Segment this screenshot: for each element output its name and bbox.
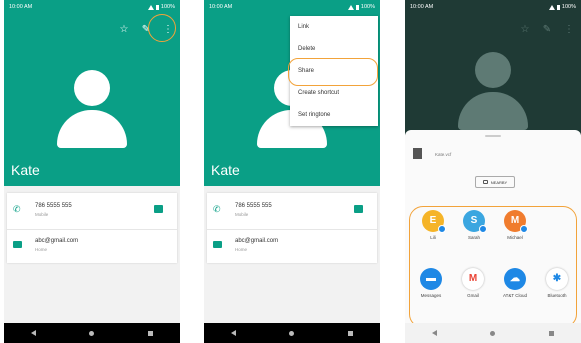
nearby-label: NEARBY — [490, 179, 508, 185]
recents-icon[interactable] — [148, 330, 154, 336]
star-icon[interactable]: ☆ — [118, 24, 130, 35]
star-icon: ☆ — [520, 24, 530, 35]
back-icon[interactable] — [230, 330, 236, 336]
message-icon[interactable] — [154, 205, 163, 213]
menu-item-delete[interactable]: Delete — [290, 38, 378, 60]
phone-row[interactable]: ✆ 786 5555 555 Mobile — [7, 195, 177, 229]
home-icon[interactable] — [289, 330, 295, 336]
email-address: abc@gmail.com — [35, 238, 79, 244]
phone-screen-contact: 10:00 AM 100% ☆ ✎ ⋮ Kate ✆ 786 5555 555 … — [4, 0, 180, 343]
email-row[interactable]: abc@gmail.com Home — [7, 229, 177, 263]
share-file-name: Kate.vcf — [435, 152, 452, 157]
navigation-bar — [204, 323, 380, 343]
menu-item-link[interactable]: Link — [290, 16, 378, 38]
contact-details-card: ✆ 786 5555 555 Mobile abc@gmail.com Home — [7, 193, 177, 263]
contact-details-card: ✆ 786 5555 555 Mobile abc@gmail.com Home — [207, 193, 377, 263]
phone-icon: ✆ — [13, 204, 21, 214]
sheet-handle[interactable] — [485, 135, 501, 137]
status-time: 10:00 AM — [209, 4, 233, 10]
battery-level: 100% — [561, 4, 576, 10]
phone-icon: ✆ — [213, 204, 221, 214]
back-icon[interactable] — [30, 330, 36, 336]
phone-row[interactable]: ✆ 786 5555 555 Mobile — [207, 195, 377, 229]
email-row[interactable]: abc@gmail.com Home — [207, 229, 377, 263]
status-bar: 10:00 AM 100% — [204, 0, 380, 14]
file-icon — [413, 148, 422, 159]
wifi-icon — [548, 4, 555, 10]
home-icon[interactable] — [89, 330, 95, 336]
highlight-box — [288, 58, 378, 86]
menu-item-set-ringtone[interactable]: Set ringtone — [290, 104, 378, 126]
phone-type: Mobile — [35, 212, 49, 217]
avatar — [458, 52, 528, 130]
wifi-icon — [147, 4, 154, 10]
navigation-bar — [405, 323, 581, 343]
battery-icon — [556, 4, 560, 10]
phone-number: 786 5555 555 — [35, 203, 72, 209]
wifi-icon — [347, 4, 354, 10]
battery-level: 100% — [160, 4, 175, 10]
recents-icon[interactable] — [549, 330, 555, 336]
phone-screen-share-sheet: 10:00 AM 100% ☆ ✎ ⋮ Kate.vcf NEARBY E Li… — [405, 0, 581, 343]
status-time: 10:00 AM — [9, 4, 33, 10]
contact-name: Kate — [211, 162, 240, 178]
email-icon — [13, 241, 22, 248]
nearby-icon — [482, 180, 488, 184]
battery-icon — [355, 4, 359, 10]
back-icon[interactable] — [431, 330, 437, 336]
phone-screen-menu: 10:00 AM 100% Kate ✆ 786 5555 555 Mobile… — [204, 0, 380, 343]
home-icon[interactable] — [490, 330, 496, 336]
avatar — [57, 70, 127, 148]
battery-level: 100% — [360, 4, 375, 10]
status-time: 10:00 AM — [410, 4, 434, 10]
email-type: Home — [235, 247, 248, 252]
contact-actions: ☆ ✎ ⋮ — [519, 24, 575, 35]
highlight-circle — [148, 14, 176, 42]
status-bar: 10:00 AM 100% — [405, 0, 581, 14]
phone-type: Mobile — [235, 212, 249, 217]
status-bar: 10:00 AM 100% — [4, 0, 180, 14]
recents-icon[interactable] — [348, 330, 354, 336]
email-type: Home — [35, 247, 48, 252]
email-icon — [213, 241, 222, 248]
battery-icon — [155, 4, 159, 10]
highlight-box — [409, 206, 577, 328]
phone-number: 786 5555 555 — [235, 203, 272, 209]
nearby-share-button[interactable]: NEARBY — [475, 176, 515, 188]
message-icon[interactable] — [354, 205, 363, 213]
contact-name: Kate — [11, 162, 40, 178]
edit-icon: ✎ — [542, 24, 552, 35]
navigation-bar — [4, 323, 180, 343]
email-address: abc@gmail.com — [235, 238, 279, 244]
more-options-icon: ⋮ — [564, 24, 574, 35]
